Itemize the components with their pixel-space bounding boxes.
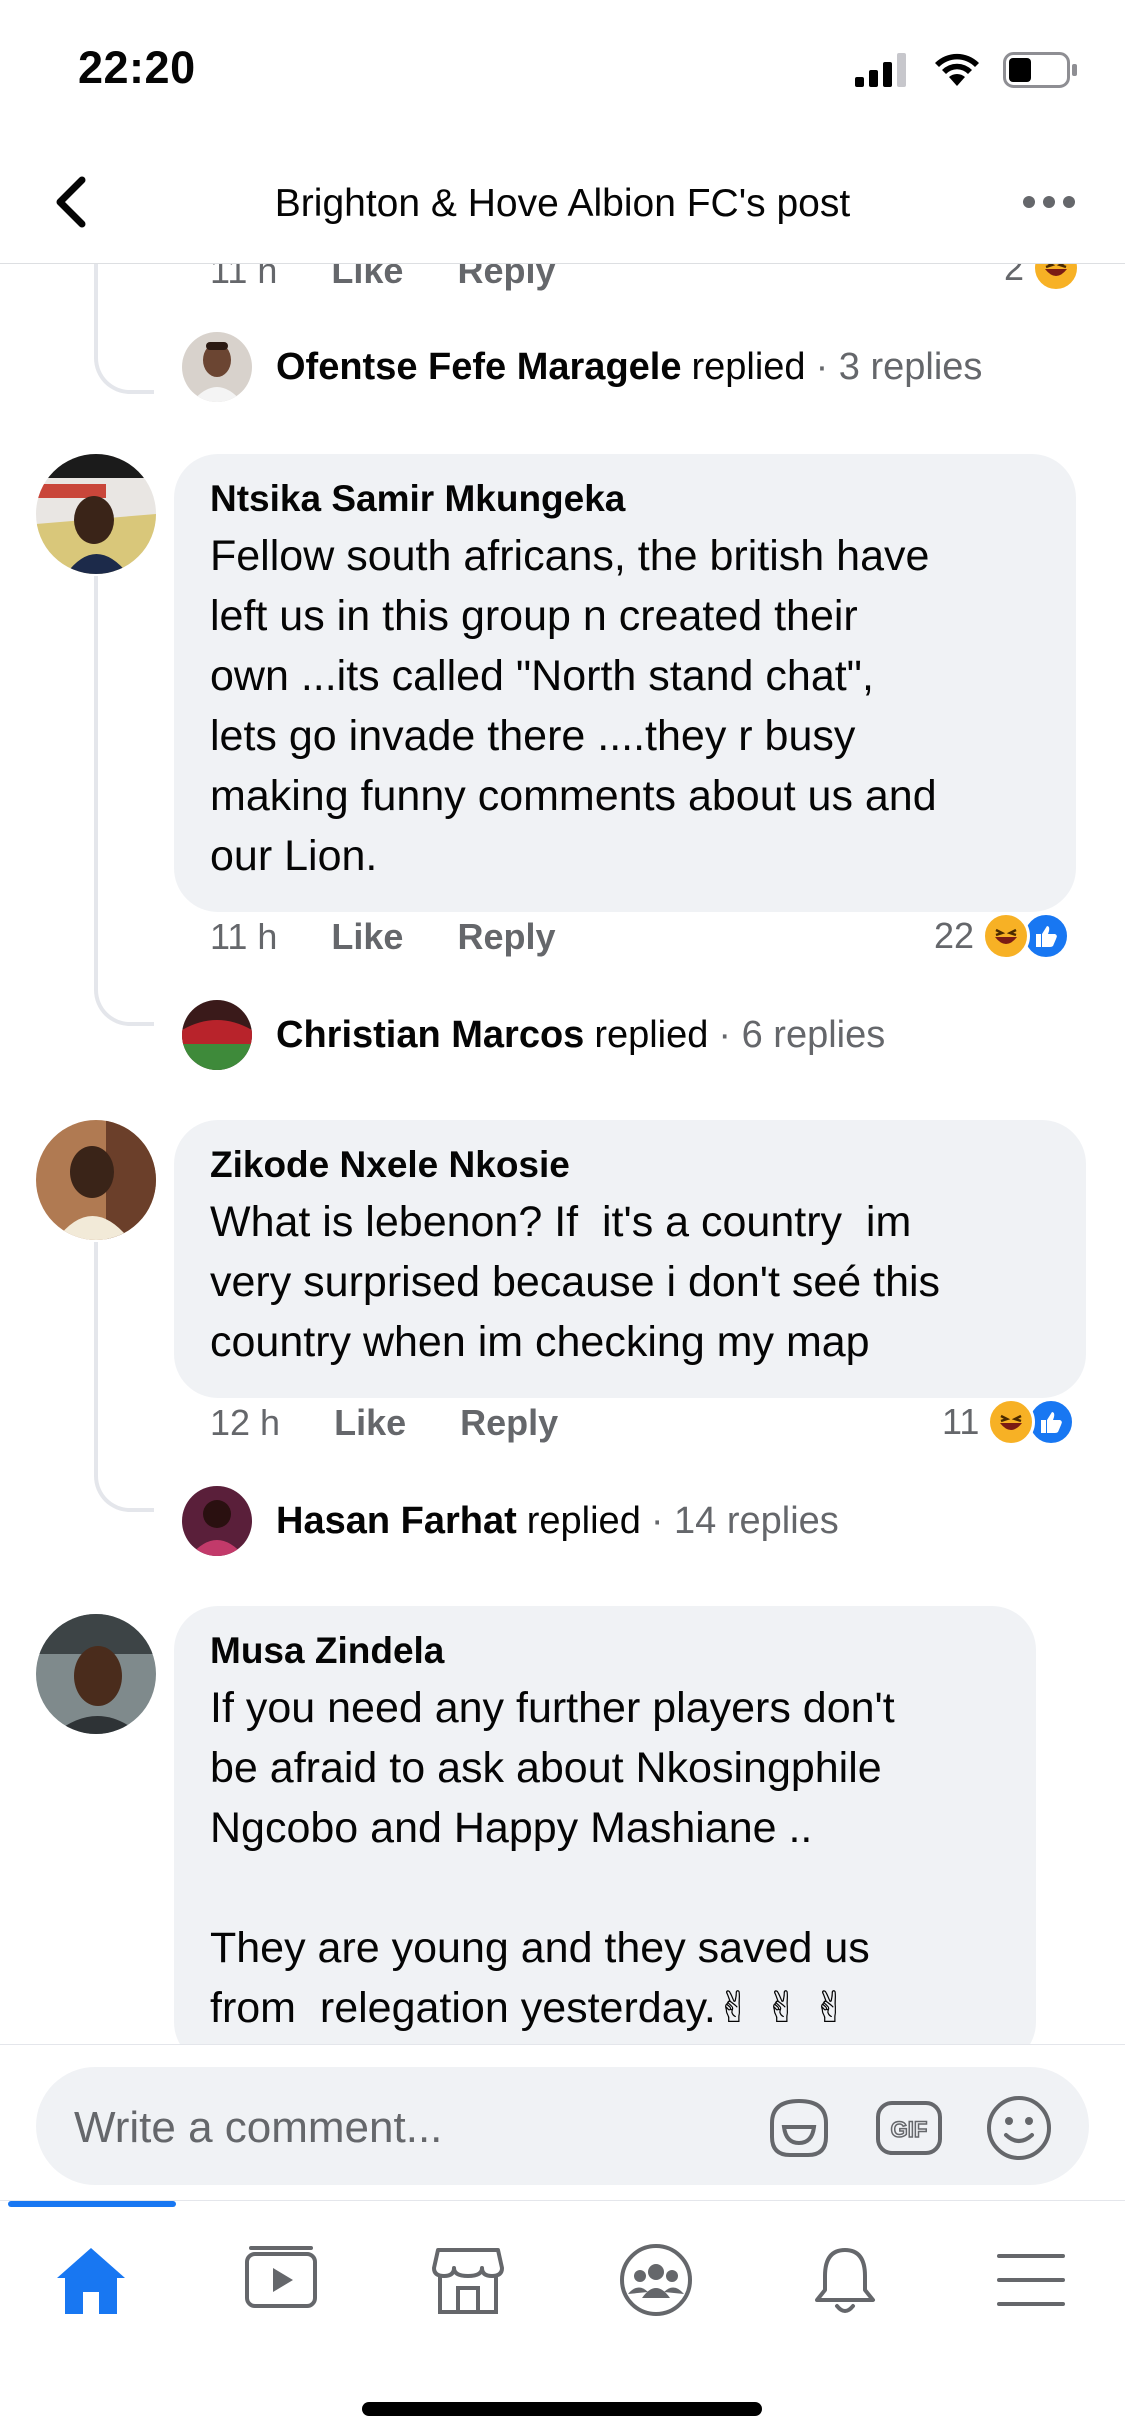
signal-icon [855,53,906,87]
comment-time: 11 h [210,264,278,291]
status-time: 22:20 [78,42,196,93]
reaction-number: 11 [942,1401,980,1442]
comment-author[interactable]: Ntsika Samir Mkungeka [210,478,1040,520]
status-bar: 22:20 [0,0,1125,140]
tab-groups[interactable] [611,2235,701,2325]
video-icon [245,2246,317,2308]
smiley-icon [987,2096,1051,2160]
comment-author[interactable]: Musa Zindela [210,1630,1000,1672]
like-button[interactable]: Like [334,1402,406,1444]
svg-text:GIF: GIF [891,2117,928,2142]
bottom-tab-bar [0,2200,1125,2436]
thread-connector [94,576,154,1026]
haha-reaction-icon [987,1398,1036,1446]
comment-meta-row: 11 h Like Reply [210,916,610,958]
thread-connector [94,264,154,394]
like-button[interactable]: Like [331,916,403,958]
tab-marketplace[interactable] [423,2235,513,2325]
wifi-icon [935,53,979,86]
avatar[interactable] [182,1000,252,1070]
comment-text: Fellow south africans, the british have … [210,532,937,880]
reply-button[interactable]: Reply [457,264,555,292]
reply-count[interactable]: · 3 replies [816,346,983,389]
page-title: Brighton & Hove Albion FC's post [274,182,851,225]
avatar[interactable] [36,1120,156,1240]
comment-bubble[interactable]: Musa Zindela If you need any further pla… [174,1606,1036,2044]
comment-time: 11 h [210,916,278,957]
replies-summary[interactable]: Christian Marcos replied · 6 replies [276,1014,885,1057]
like-button[interactable]: Like [331,264,403,292]
tab-notifications[interactable] [800,2235,890,2325]
reaction-count[interactable]: 2 [1004,264,1081,292]
comment-composer: Write a comment... GIF [0,2044,1125,2200]
tab-watch[interactable] [236,2235,326,2325]
avatar[interactable] [182,332,252,402]
replied-label: replied [526,1500,641,1542]
reply-count[interactable]: · 6 replies [718,1014,885,1057]
comment-bubble[interactable]: Ntsika Samir Mkungeka Fellow south afric… [174,454,1076,912]
reply-button[interactable]: Reply [460,1402,558,1444]
avatar[interactable] [182,1486,252,1556]
comment-placeholder: Write a comment... [74,2103,443,2152]
menu-icon [997,2254,1065,2306]
comments-feed[interactable]: 11 h Like Reply 2 Ofentse Fefe Maragele … [0,264,1125,2044]
comment-meta-row: 12 h Like Reply [210,1402,612,1444]
active-tab-indicator [8,2201,176,2207]
home-icon [57,2248,125,2314]
reaction-number: 22 [934,915,975,956]
reaction-count[interactable]: 22 [934,912,1071,960]
battery-icon [1003,52,1077,88]
comment-text: What is lebenon? If it's a country im ve… [210,1198,941,1366]
thread-connector [94,1242,154,1512]
reaction-count[interactable]: 11 [942,1398,1076,1446]
replies-summary[interactable]: Hasan Farhat replied · 14 replies [276,1500,839,1543]
tab-menu[interactable] [986,2235,1076,2325]
haha-reaction-icon [1032,264,1081,292]
replier-name[interactable]: Ofentse Fefe Maragele [276,346,681,389]
comment-text: If you need any further players don't be… [210,1684,895,2032]
more-dots-icon [1023,196,1075,208]
home-indicator [362,2402,762,2416]
avatar[interactable] [36,1614,156,1734]
comment-meta-row: 11 h Like Reply [210,264,610,292]
reaction-number: 2 [1004,264,1025,288]
gif-icon: GIF [876,2101,942,2155]
comment-time: 12 h [210,1402,281,1443]
replies-summary[interactable]: Ofentse Fefe Maragele replied · 3 replie… [276,346,982,389]
sticker-icon [770,2098,828,2157]
comment-input[interactable]: Write a comment... GIF [36,2067,1089,2185]
avatar[interactable] [36,454,156,574]
tab-home[interactable] [46,2235,136,2325]
replier-name[interactable]: Hasan Farhat [276,1500,517,1543]
replier-name[interactable]: Christian Marcos [276,1014,584,1057]
comment-author[interactable]: Zikode Nxele Nkosie [210,1144,1050,1186]
groups-icon [620,2244,692,2316]
haha-reaction-icon [982,912,1031,960]
more-options-button[interactable] [1021,192,1077,212]
sticker-button[interactable] [764,2093,834,2163]
emoji-button[interactable] [984,2093,1054,2163]
post-header: Brighton & Hove Albion FC's post [0,140,1125,264]
reply-count[interactable]: · 14 replies [651,1500,839,1543]
status-icons [855,50,1079,90]
gif-button[interactable]: GIF [874,2093,944,2163]
reply-button[interactable]: Reply [457,916,555,958]
replied-label: replied [691,346,806,388]
comment-bubble[interactable]: Zikode Nxele Nkosie What is lebenon? If … [174,1120,1086,1398]
shop-icon [432,2248,504,2314]
replied-label: replied [594,1014,709,1056]
bell-icon [815,2248,875,2313]
